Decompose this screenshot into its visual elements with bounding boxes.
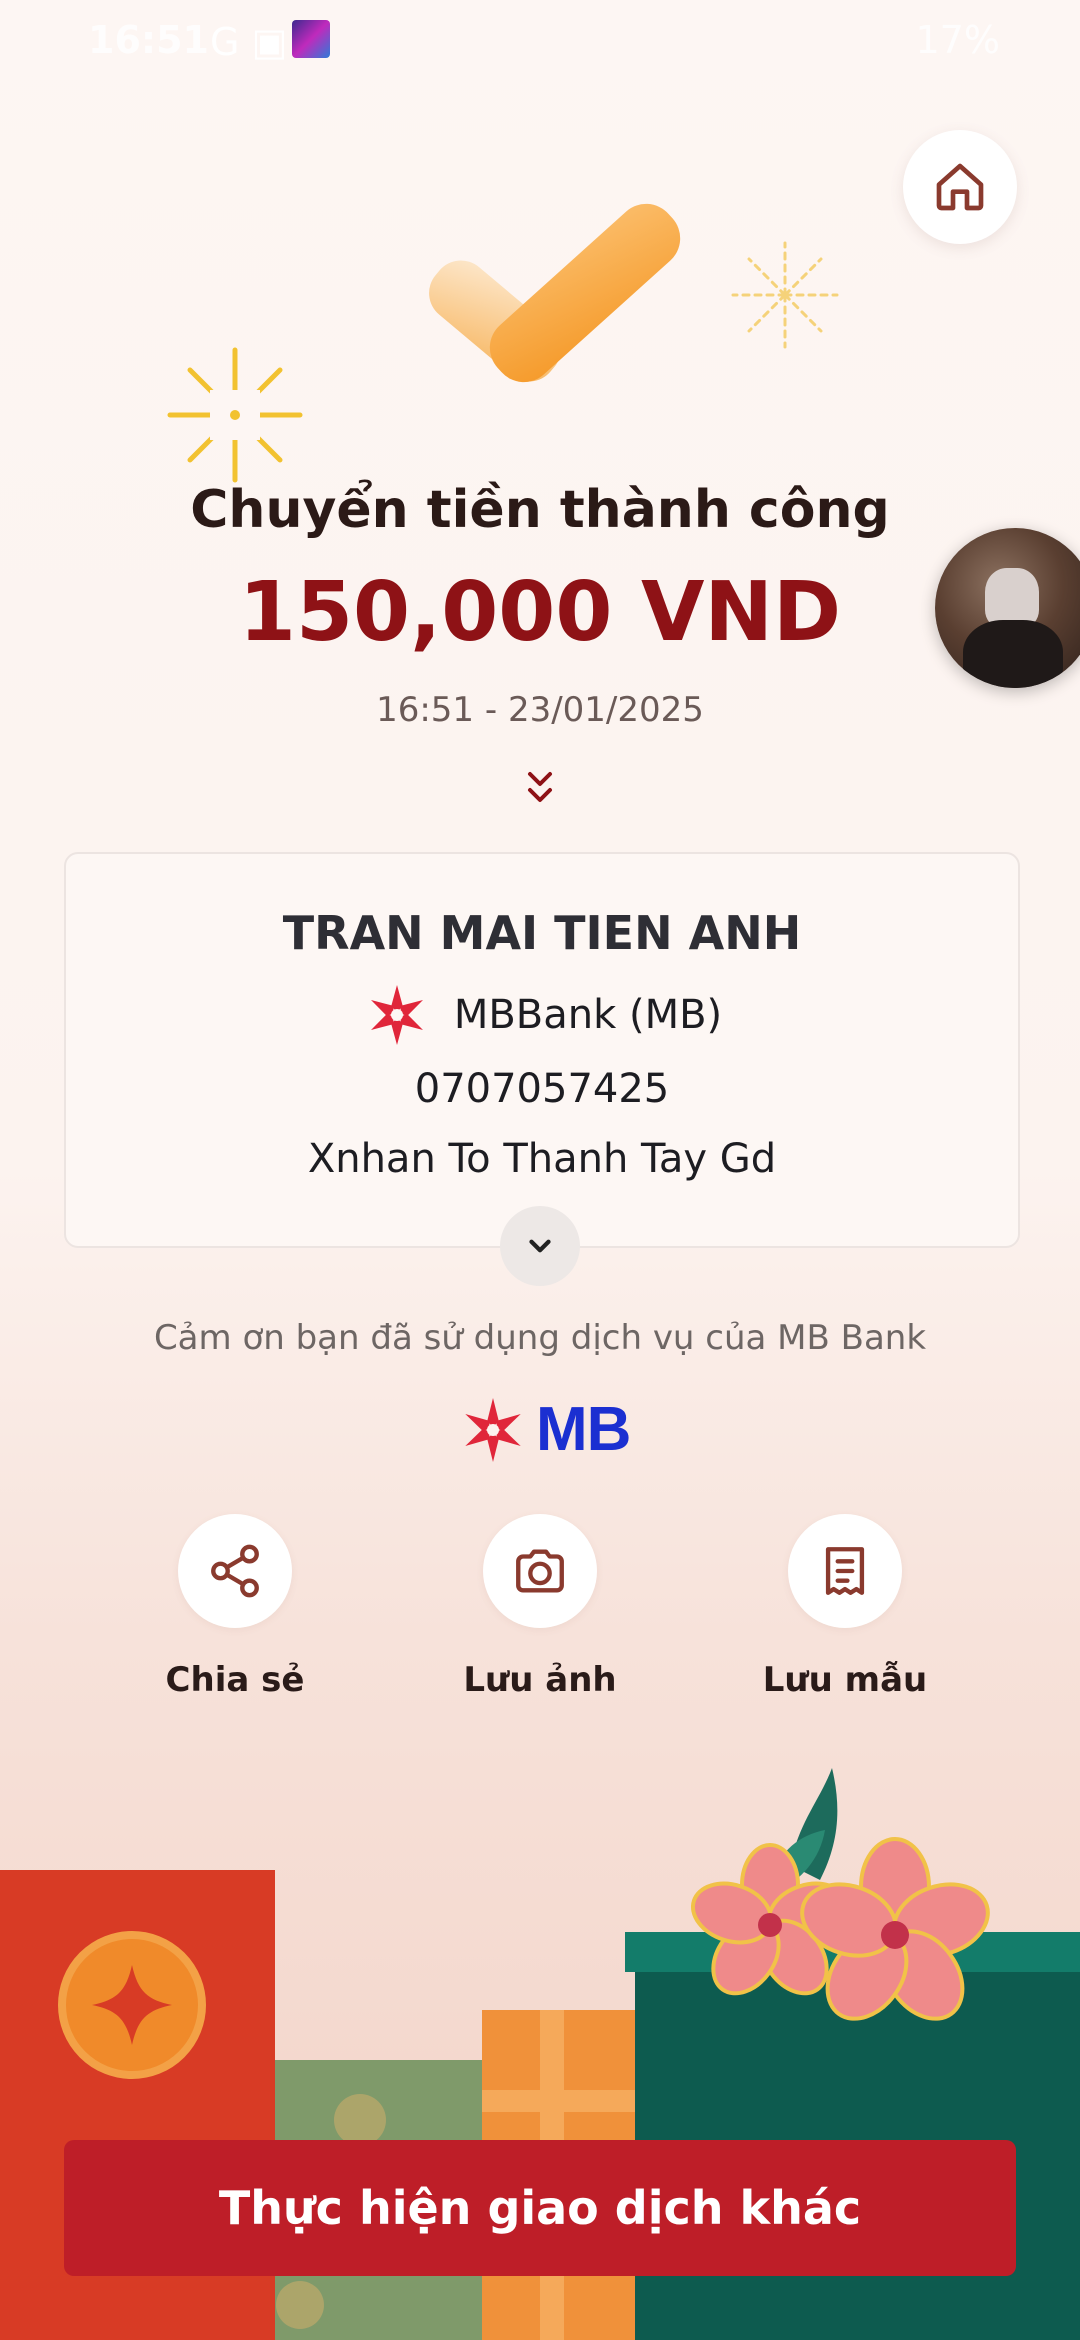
receipt-icon xyxy=(825,1547,865,1595)
status-time: 16:51 xyxy=(88,18,209,62)
share-action[interactable]: Chia sẻ xyxy=(120,1514,350,1700)
account-number: 0707057425 xyxy=(414,1066,670,1112)
home-button[interactable] xyxy=(903,130,1017,244)
mbbank-logo-icon xyxy=(370,985,423,1045)
page-title: Chuyển tiền thành công xyxy=(190,480,890,540)
app-notification-icon xyxy=(292,20,330,58)
transfer-success-screen: 16:51 G ▣ 17% Chuyển tiền thành công 150… xyxy=(0,0,1080,2340)
double-chevron-down-icon xyxy=(528,772,552,802)
transfer-datetime: 16:51 - 23/01/2025 xyxy=(376,690,704,730)
battery-level: 17% xyxy=(915,18,1000,62)
expand-details-button[interactable] xyxy=(500,1206,580,1286)
mbbank-logo-icon xyxy=(465,1397,521,1462)
save-template-label: Lưu mẫu xyxy=(762,1660,928,1700)
save-template-action[interactable]: Lưu mẫu xyxy=(730,1514,960,1700)
firework-decoration xyxy=(731,241,839,349)
chevron-down-icon xyxy=(529,1239,551,1253)
new-transaction-button[interactable]: Thực hiện giao dịch khác xyxy=(64,2140,1016,2276)
share-label: Chia sẻ xyxy=(165,1660,305,1700)
bank-name: MBBank (MB) xyxy=(453,992,723,1038)
camera-icon xyxy=(516,1549,564,1593)
firework-decoration xyxy=(167,347,303,483)
status-notification-icons: G ▣ xyxy=(210,20,288,64)
mb-bank-logo: MB xyxy=(458,1394,631,1465)
save-image-label: Lưu ảnh xyxy=(463,1660,617,1700)
recipient-name: TRAN MAI TIEN ANH xyxy=(282,906,802,960)
avatar-body xyxy=(963,620,1063,688)
transfer-amount: 150,000 VND xyxy=(238,565,842,660)
bank-row: MBBank (MB) xyxy=(66,980,1018,1050)
success-check-icon xyxy=(429,203,681,383)
share-icon xyxy=(211,1544,259,1598)
thanks-message: Cảm ơn bạn đã sử dụng dịch vụ của MB Ban… xyxy=(153,1318,927,1358)
transfer-note: Xnhan To Thanh Tay Gd xyxy=(307,1136,777,1182)
share-button[interactable] xyxy=(178,1514,292,1628)
status-bar: 16:51 G ▣ 17% xyxy=(0,0,1080,80)
avatar-head xyxy=(985,568,1039,628)
floating-chat-avatar[interactable] xyxy=(935,528,1080,688)
recipient-card: TRAN MAI TIEN ANH MBBank (MB) 0707057425… xyxy=(64,852,1020,1248)
mb-logo-text: MB xyxy=(536,1395,631,1464)
save-template-button[interactable] xyxy=(788,1514,902,1628)
save-image-button[interactable] xyxy=(483,1514,597,1628)
home-icon xyxy=(936,163,984,211)
save-image-action[interactable]: Lưu ảnh xyxy=(425,1514,655,1700)
